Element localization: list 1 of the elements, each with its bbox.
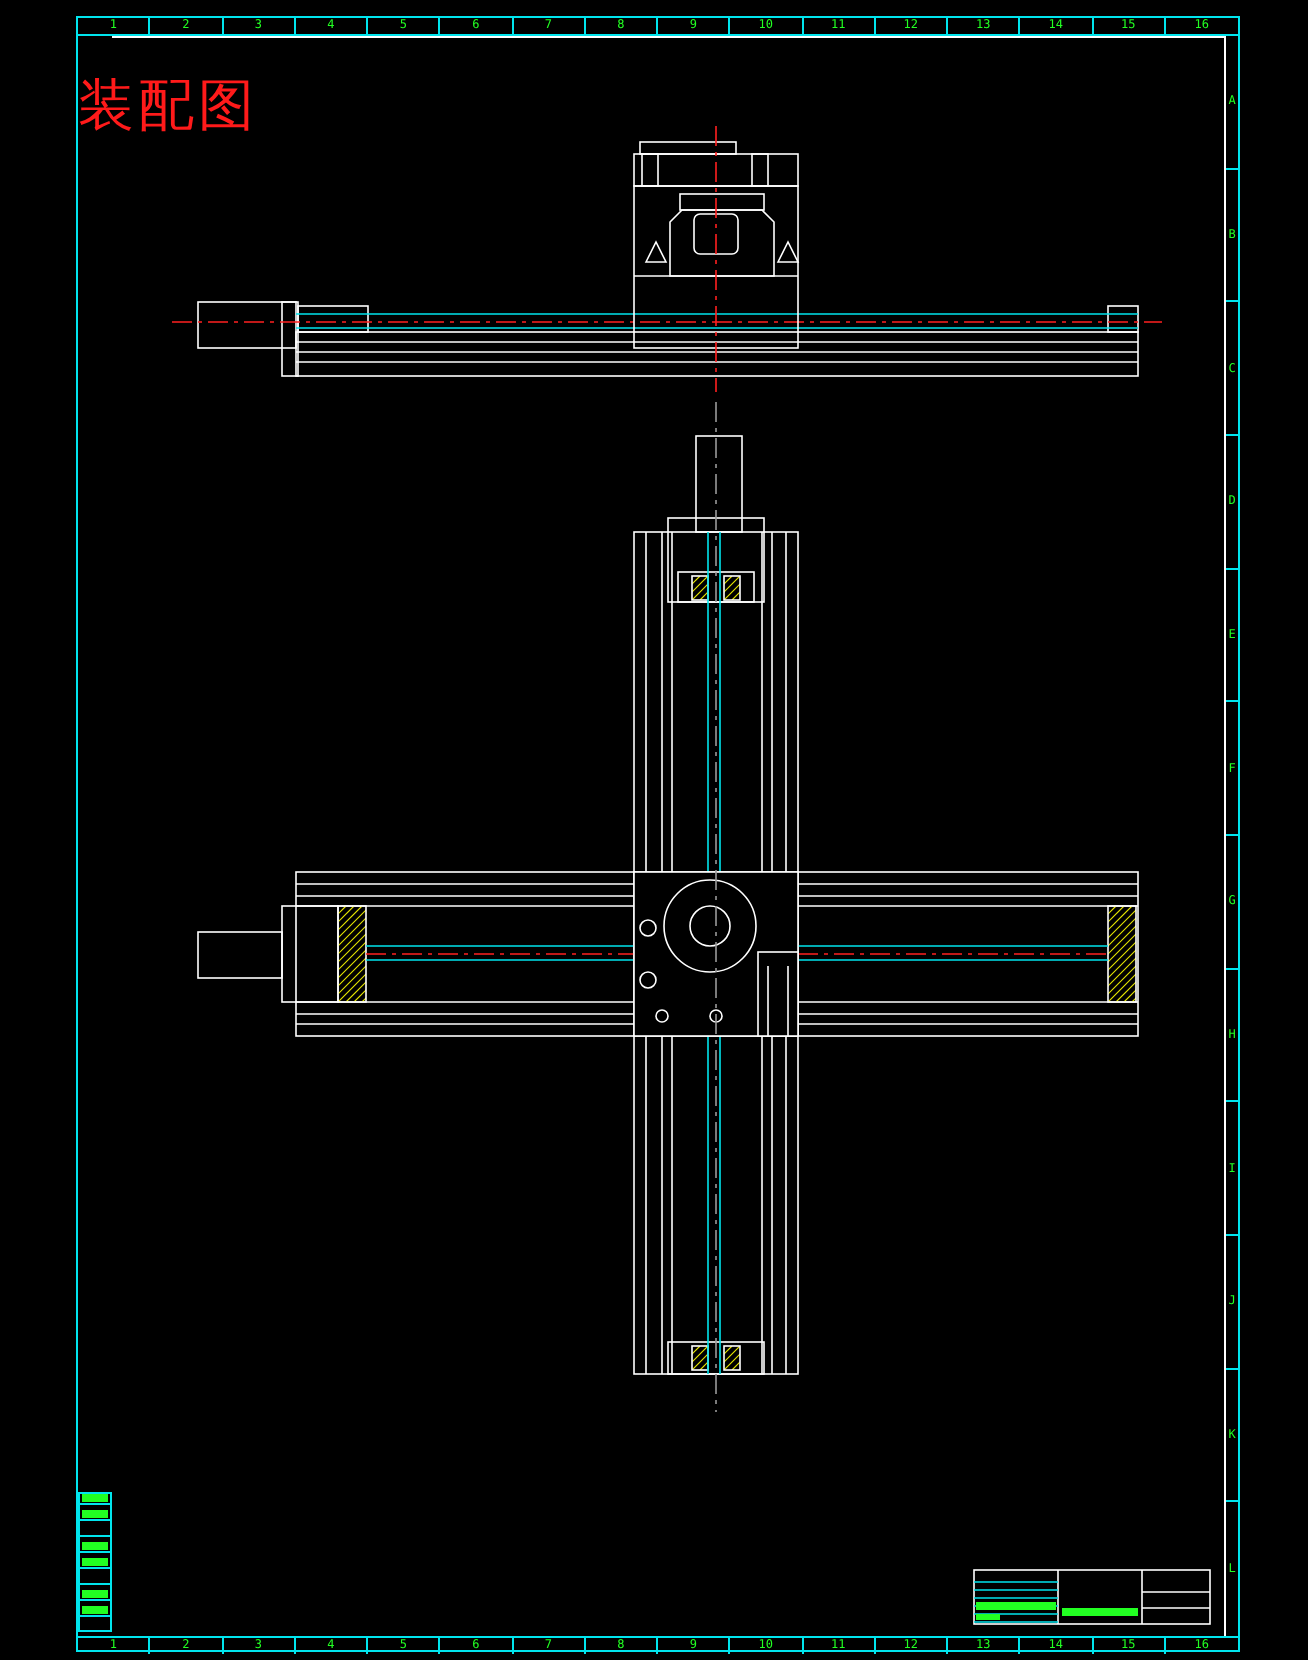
drawing-title: 装配图 (78, 74, 258, 138)
